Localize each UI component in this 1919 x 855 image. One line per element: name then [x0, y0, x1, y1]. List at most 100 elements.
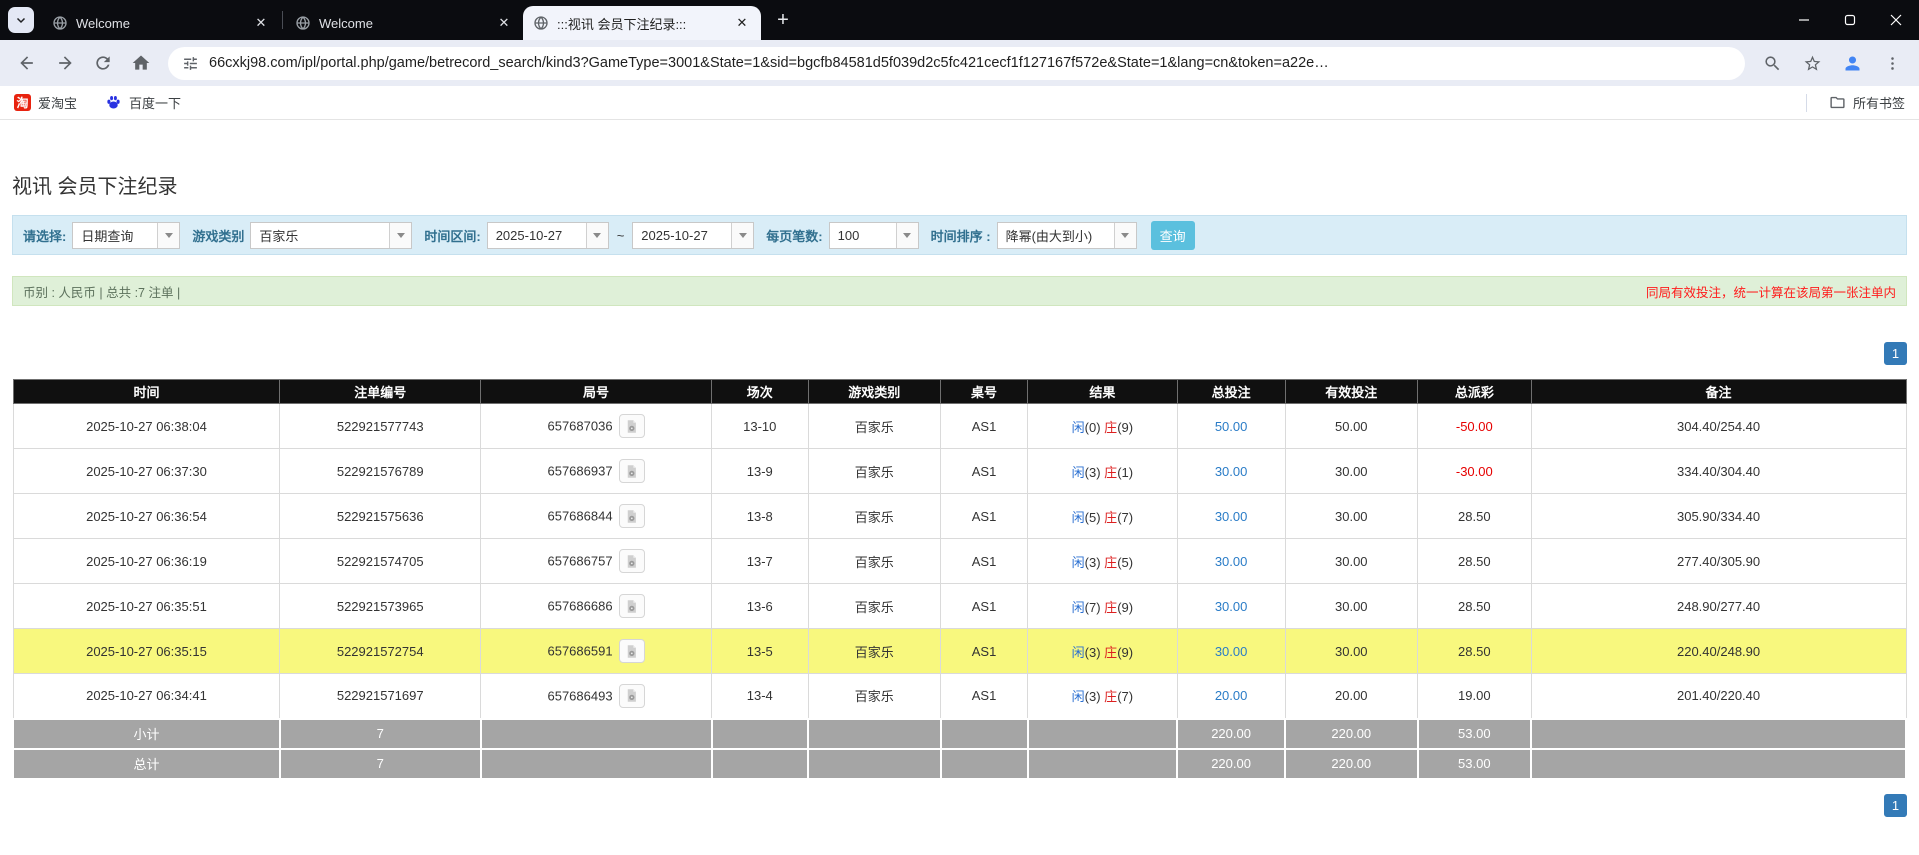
cell-session: 13-8 — [712, 494, 809, 539]
table-header: 时间 注单编号 局号 场次 游戏类别 桌号 结果 总投注 有效投注 总派彩 备注 — [13, 380, 1906, 404]
tab-search-chevron-button[interactable] — [8, 7, 34, 33]
cell-round: 657686493 — [481, 674, 712, 719]
chevron-down-icon — [896, 223, 918, 248]
cell-result: 闲(3) 庄(7) — [1028, 674, 1178, 719]
page-size-select[interactable]: 100 — [829, 222, 919, 249]
close-button[interactable] — [1873, 0, 1919, 40]
cell-result: 闲(3) 庄(9) — [1028, 629, 1178, 674]
page-title: 视讯 会员下注纪录 — [12, 170, 1907, 199]
cell-payout: -30.00 — [1418, 449, 1532, 494]
cell-total-bet[interactable]: 30.00 — [1177, 494, 1285, 539]
table-row[interactable]: 2025-10-27 06:35:51522921573965657686686… — [13, 584, 1906, 629]
bookmark-star-icon[interactable] — [1795, 46, 1829, 80]
table-row[interactable]: 2025-10-27 06:34:41522921571697657686493… — [13, 674, 1906, 719]
pagination-page-1-top[interactable]: 1 — [1884, 342, 1907, 365]
bookmarks-bar: 淘 爱淘宝 百度一下 所有书签 — [0, 86, 1919, 120]
search-button[interactable]: 查询 — [1151, 221, 1195, 250]
query-type-label: 请选择: — [23, 226, 66, 245]
summary-valid-bet: 220.00 — [1285, 719, 1418, 749]
query-type-select[interactable]: 日期查询 — [72, 222, 180, 249]
table-body: 2025-10-27 06:38:04522921577743657687036… — [13, 404, 1906, 719]
reload-button[interactable] — [86, 46, 120, 80]
site-info-icon[interactable] — [182, 55, 199, 72]
date-range-label: 时间区间: — [424, 226, 480, 245]
page-size-label: 每页笔数: — [766, 226, 822, 245]
bookmark-baidu[interactable]: 百度一下 — [105, 93, 181, 112]
address-bar[interactable]: 66cxkj98.com/ipl/portal.php/game/betreco… — [168, 47, 1745, 80]
sort-select[interactable]: 降幂(由大到小) — [997, 222, 1137, 249]
cell-payout: 28.50 — [1418, 494, 1532, 539]
select-value: 日期查询 — [73, 226, 157, 245]
cell-bet-id: 522921572754 — [280, 629, 481, 674]
cell-total-bet[interactable]: 30.00 — [1177, 629, 1285, 674]
cell-payout: 28.50 — [1418, 539, 1532, 584]
cell-bet-id: 522921577743 — [280, 404, 481, 449]
cell-total-bet[interactable]: 30.00 — [1177, 584, 1285, 629]
cell-game-type: 百家乐 — [808, 539, 941, 584]
table-row[interactable]: 2025-10-27 06:36:19522921574705657686757… — [13, 539, 1906, 584]
summary-total-bet: 220.00 — [1177, 719, 1285, 749]
cell-game-type: 百家乐 — [808, 404, 941, 449]
select-value: 百家乐 — [251, 226, 389, 245]
close-icon[interactable]: ✕ — [252, 14, 270, 32]
maximize-button[interactable] — [1827, 0, 1873, 40]
date-to-select[interactable]: 2025-10-27 — [632, 222, 754, 249]
profile-avatar-icon[interactable] — [1835, 46, 1869, 80]
cell-valid-bet: 50.00 — [1285, 404, 1418, 449]
video-file-icon — [624, 554, 639, 569]
cell-valid-bet: 20.00 — [1285, 674, 1418, 719]
cell-valid-bet: 30.00 — [1285, 629, 1418, 674]
table-row[interactable]: 2025-10-27 06:36:54522921575636657686844… — [13, 494, 1906, 539]
folder-icon — [1829, 94, 1846, 111]
video-replay-button[interactable] — [619, 684, 645, 708]
date-from-select[interactable]: 2025-10-27 — [487, 222, 609, 249]
cell-session: 13-6 — [712, 584, 809, 629]
globe-icon — [533, 15, 549, 31]
browser-tab-active[interactable]: :::视讯 会员下注纪录::: ✕ — [523, 6, 761, 40]
browser-tab-1[interactable]: Welcome ✕ — [42, 6, 280, 40]
cell-total-bet[interactable]: 30.00 — [1177, 449, 1285, 494]
back-button[interactable] — [10, 46, 44, 80]
cell-total-bet[interactable]: 30.00 — [1177, 539, 1285, 584]
home-button[interactable] — [124, 46, 158, 80]
forward-button[interactable] — [48, 46, 82, 80]
new-tab-button[interactable]: + — [769, 6, 797, 34]
table-row[interactable]: 2025-10-27 06:37:30522921576789657686937… — [13, 449, 1906, 494]
table-row[interactable]: 2025-10-27 06:35:15522921572754657686591… — [13, 629, 1906, 674]
baidu-paw-icon — [105, 94, 122, 111]
window-controls — [1781, 0, 1919, 40]
chevron-down-icon — [389, 223, 411, 248]
cell-total-bet[interactable]: 20.00 — [1177, 674, 1285, 719]
summary-total-bet: 220.00 — [1177, 749, 1285, 779]
cell-valid-bet: 30.00 — [1285, 539, 1418, 584]
video-replay-button[interactable] — [619, 414, 645, 438]
bookmark-aitaobao[interactable]: 淘 爱淘宝 — [14, 93, 77, 112]
header-session: 场次 — [712, 380, 809, 404]
video-replay-button[interactable] — [619, 549, 645, 573]
table-summary-row: 总计7220.00220.0053.00 — [13, 749, 1906, 779]
chevron-down-icon — [1114, 223, 1136, 248]
video-replay-button[interactable] — [619, 594, 645, 618]
video-replay-button[interactable] — [619, 639, 645, 663]
cell-total-bet[interactable]: 50.00 — [1177, 404, 1285, 449]
game-type-select[interactable]: 百家乐 — [250, 222, 412, 249]
table-row[interactable]: 2025-10-27 06:38:04522921577743657687036… — [13, 404, 1906, 449]
cell-table-no: AS1 — [941, 404, 1028, 449]
range-separator: ~ — [617, 228, 625, 243]
video-replay-button[interactable] — [619, 504, 645, 528]
video-replay-button[interactable] — [619, 459, 645, 483]
zoom-icon[interactable] — [1755, 46, 1789, 80]
summary-left-text: 币别 : 人民币 | 总共 :7 注单 | — [23, 282, 180, 301]
minimize-button[interactable] — [1781, 0, 1827, 40]
all-bookmarks-button[interactable]: 所有书签 — [1829, 93, 1905, 112]
cell-session: 13-9 — [712, 449, 809, 494]
pagination-page-1-bottom[interactable]: 1 — [1884, 794, 1907, 817]
close-icon[interactable]: ✕ — [495, 14, 513, 32]
close-icon[interactable]: ✕ — [733, 14, 751, 32]
header-game-type: 游戏类别 — [808, 380, 941, 404]
game-type-label: 游戏类别 — [192, 226, 244, 245]
menu-dots-icon[interactable] — [1875, 46, 1909, 80]
table-summary-row: 小计7220.00220.0053.00 — [13, 719, 1906, 749]
table-footer: 小计7220.00220.0053.00总计7220.00220.0053.00 — [13, 719, 1906, 779]
browser-tab-2[interactable]: Welcome ✕ — [285, 6, 523, 40]
